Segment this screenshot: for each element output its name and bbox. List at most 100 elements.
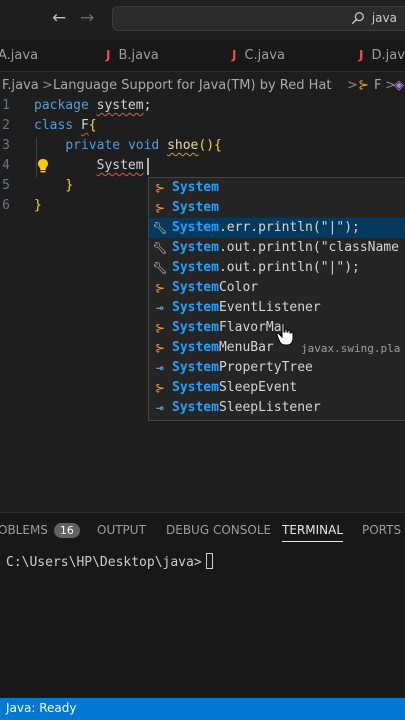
keyword: class	[34, 118, 74, 133]
code-line-1: 1 package system;	[0, 98, 405, 118]
tab-b-java[interactable]: J B.java	[106, 48, 159, 63]
search-text: java	[371, 11, 397, 25]
wrench-icon: 🔧︎	[152, 221, 168, 235]
wrench-icon: 🔧︎	[152, 241, 168, 255]
code-line-4: 4 System	[0, 158, 405, 178]
brace: {	[214, 138, 222, 153]
suggestion-item[interactable]: 🔧︎ System.out.println("|");	[149, 258, 405, 278]
brace: }	[34, 198, 42, 213]
bottom-panel: OBLEMS 16 OUTPUT DEBUG CONSOLE TERMINAL P…	[0, 512, 405, 697]
class-icon: ⊱	[154, 321, 166, 335]
line-number: 2	[2, 118, 10, 133]
tab-label: C.java	[244, 48, 285, 63]
lightbulb-icon[interactable]	[36, 158, 50, 174]
terminal-output[interactable]: C:\Users\HP\Desktop\java>	[6, 553, 213, 570]
suggestion-item[interactable]: 🔧︎ System.out.println("className	[149, 238, 405, 258]
class-symbol-icon: ⊱	[358, 78, 369, 93]
suggestion-item[interactable]: ⊸ SystemEventListener	[149, 298, 405, 318]
problems-count-badge: 16	[53, 523, 80, 538]
line-number: 1	[2, 98, 10, 113]
interface-icon: ⊸	[156, 361, 164, 375]
interface-icon: ⊸	[156, 301, 164, 315]
editor-tabs: A.java J B.java J C.java J D.java	[0, 40, 405, 72]
suggestion-widget[interactable]: ⊱ System ⊱ System 🔧︎ System.err.println(…	[148, 177, 405, 421]
suggestion-item[interactable]: ⊸ SystemSleepListener	[149, 398, 405, 418]
status-bar: Java: Ready	[0, 698, 405, 720]
tab-c-java[interactable]: J C.java	[232, 48, 285, 63]
package-name: system	[96, 98, 144, 113]
suggestion-label: System	[172, 200, 219, 215]
java-file-icon: J	[232, 48, 237, 62]
code-text: System	[34, 158, 144, 173]
tab-problems[interactable]: OBLEMS 16	[0, 523, 80, 538]
suggestion-item-selected[interactable]: 🔧︎ System.err.println("|");	[149, 218, 405, 238]
suggestion-label: SystemPropertyTree	[172, 360, 313, 375]
line-number: 4	[2, 158, 10, 173]
wrench-icon: 🔧︎	[152, 261, 168, 275]
suggestion-label: System.err.println("|");	[172, 220, 360, 235]
terminal-prompt: C:\Users\HP\Desktop\java>	[6, 555, 202, 570]
suggestion-item[interactable]: ⊸ SystemPropertyTree	[149, 358, 405, 378]
suggestion-item[interactable]: ⊱ SystemColor	[149, 278, 405, 298]
code-text: package system;	[34, 98, 151, 113]
tab-d-java[interactable]: J D.java	[359, 48, 405, 63]
suggestion-label: System	[172, 180, 219, 195]
forward-arrow-icon[interactable]: →	[80, 8, 94, 28]
suggestion-label: System.out.println("|");	[172, 260, 360, 275]
brace: {	[88, 118, 97, 133]
back-arrow-icon[interactable]: ←	[52, 8, 66, 28]
brace: }	[65, 178, 74, 193]
suggestion-label: SystemSleepListener	[172, 400, 321, 415]
breadcrumb-class[interactable]: F	[374, 78, 381, 93]
tab-output[interactable]: OUTPUT	[97, 523, 146, 537]
tab-ports[interactable]: PORTS	[362, 523, 401, 537]
tab-label: A.java	[0, 48, 39, 63]
class-icon: ⊱	[154, 281, 166, 295]
title-bar: ← → java	[0, 0, 405, 38]
breadcrumb-extension[interactable]: Language Support for Java(TM) by Red Hat	[53, 78, 331, 93]
class-icon: ⊱	[154, 181, 166, 195]
command-center-search[interactable]: java	[112, 6, 405, 31]
suggestion-label: SystemSleepEvent	[172, 380, 298, 395]
keyword: package	[34, 98, 89, 113]
code-text: class F{	[34, 118, 97, 133]
search-icon	[351, 12, 364, 25]
keyword: private	[65, 138, 121, 153]
suggestion-item[interactable]: ⊱ System	[149, 198, 405, 218]
line-number: 6	[2, 198, 10, 213]
parens: ()	[198, 138, 215, 153]
suggestion-detail: javax.swing.pla	[301, 342, 401, 355]
java-file-icon: J	[359, 48, 364, 62]
class-name: F	[80, 118, 89, 133]
tab-a-java[interactable]: A.java	[0, 48, 38, 63]
keyword: void	[127, 138, 160, 153]
class-icon: ⊱	[154, 201, 166, 215]
breadcrumb-separator: >	[347, 78, 358, 93]
breadcrumb-separator: >	[42, 78, 53, 93]
method-name: shoe	[167, 138, 199, 153]
code-text: }	[34, 198, 42, 213]
semicolon: ;	[143, 98, 152, 113]
suggestion-label: SystemColor	[172, 280, 259, 295]
hand-pointer-icon	[276, 322, 294, 346]
line-number: 5	[2, 178, 10, 193]
suggestion-label: SystemMenuBar	[172, 340, 274, 355]
suggestion-label: SystemEventListener	[172, 300, 321, 315]
java-status[interactable]: Java: Ready	[6, 701, 76, 715]
suggestion-item[interactable]: ⊱ System	[149, 178, 405, 198]
text-cursor	[147, 158, 149, 175]
breadcrumb: F.java > Language Support for Java(TM) b…	[0, 76, 405, 96]
interface-icon: ⊸	[156, 401, 164, 415]
java-file-icon: J	[106, 48, 111, 62]
code-text: }	[34, 178, 73, 193]
tab-debug-console[interactable]: DEBUG CONSOLE	[166, 523, 271, 537]
tab-label: D.java	[371, 48, 405, 63]
breadcrumb-file[interactable]: F.java	[2, 78, 39, 93]
code-line-3: 3 private void shoe(){	[0, 138, 405, 158]
code-text: private void shoe(){	[34, 138, 222, 153]
class-icon: ⊱	[154, 341, 166, 355]
suggestion-label: System.out.println("className	[172, 240, 399, 255]
tab-terminal[interactable]: TERMINAL	[282, 523, 344, 542]
suggestion-label: SystemFlavorMa	[172, 320, 282, 335]
suggestion-item[interactable]: ⊱ SystemSleepEvent	[149, 378, 405, 398]
